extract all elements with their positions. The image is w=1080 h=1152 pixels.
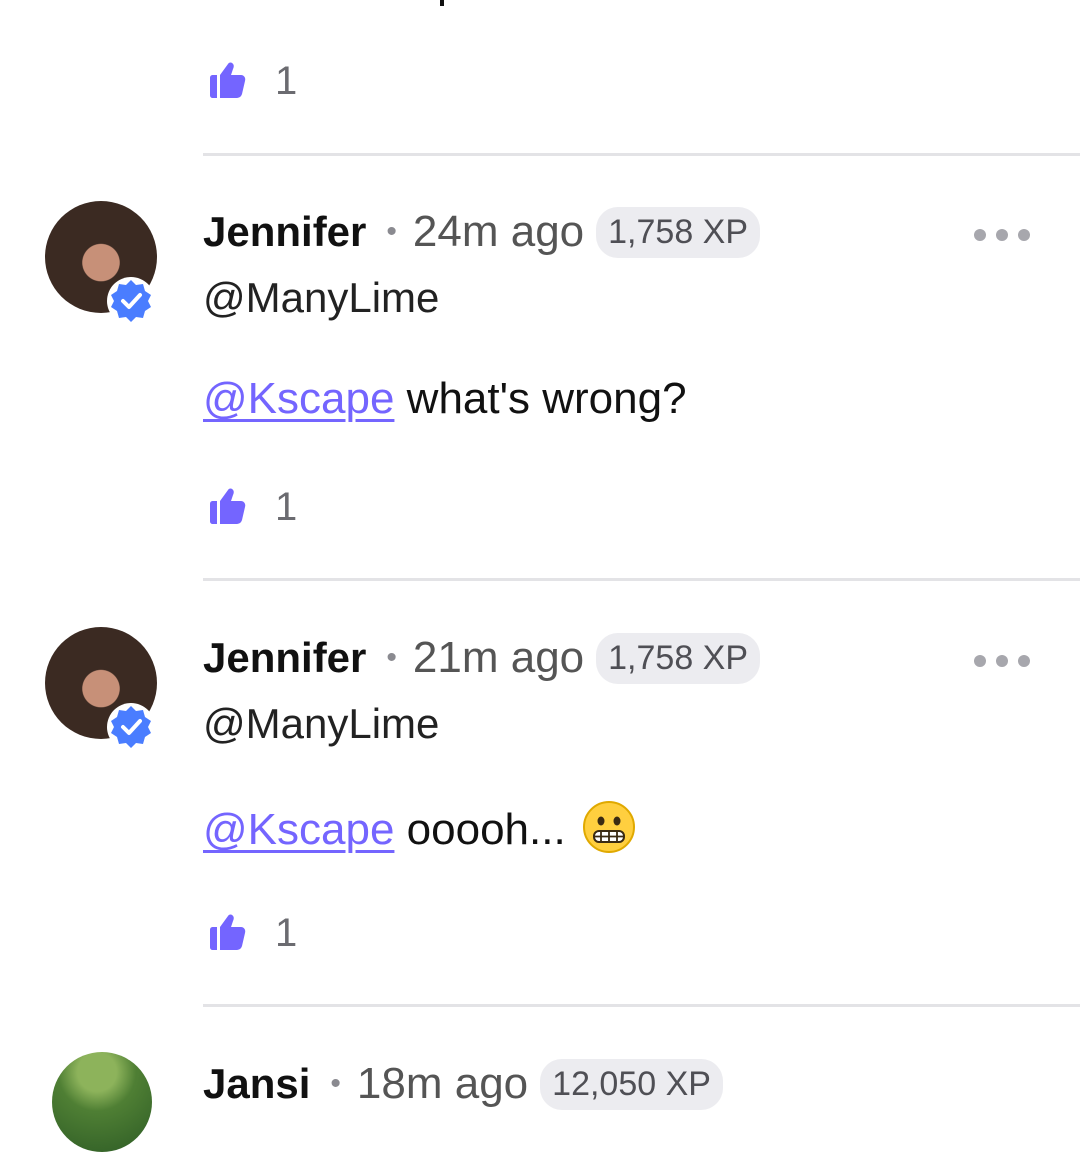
comment-divider: [203, 578, 1080, 581]
comment-header: Jansi • 18m ago 12,050 XP: [203, 1054, 723, 1114]
more-dot: [996, 229, 1008, 241]
comment-body: @Kscape what's wrong?: [203, 374, 687, 424]
user-handle[interactable]: @ManyLime: [203, 700, 439, 748]
more-dot: [996, 655, 1008, 667]
more-dot: [1018, 655, 1030, 667]
author-name[interactable]: Jennifer: [203, 634, 366, 682]
timestamp: 18m ago: [356, 1059, 529, 1108]
timestamp: 24m ago: [412, 207, 585, 256]
comment-divider: [203, 1004, 1080, 1007]
grimacing-face-icon: [582, 801, 635, 853]
author-name[interactable]: Jansi: [203, 1060, 310, 1108]
comment-text: what's wrong?: [406, 374, 687, 423]
timestamp: 21m ago: [412, 633, 585, 682]
comment-header: Jennifer • 21m ago 1,758 XP: [203, 628, 761, 688]
xp-badge: 1,758 XP: [596, 632, 761, 684]
verified-badge-icon: [107, 703, 155, 751]
like-row[interactable]: 1: [203, 56, 297, 106]
like-row[interactable]: 1: [203, 908, 297, 958]
like-count: 1: [275, 911, 298, 955]
user-handle[interactable]: @ManyLime: [203, 274, 439, 322]
xp-badge: 1,758 XP: [596, 206, 761, 258]
verified-badge-icon: [107, 277, 155, 325]
comment-divider: [203, 153, 1080, 156]
author-name[interactable]: Jennifer: [203, 208, 366, 256]
separator-dot: •: [386, 641, 397, 674]
more-dot: [974, 229, 986, 241]
thumbs-up-icon[interactable]: [203, 483, 251, 531]
more-options-icon[interactable]: [974, 227, 1030, 243]
previous-comment-text-fragment: [440, 0, 464, 6]
like-count: 1: [275, 485, 298, 529]
xp-badge: 12,050 XP: [540, 1058, 723, 1110]
more-dot: [974, 655, 986, 667]
avatar[interactable]: [45, 627, 157, 751]
comment-body: @Kscape ooooh...: [203, 800, 636, 855]
avatar[interactable]: [52, 1052, 152, 1152]
mention-link[interactable]: @Kscape: [203, 805, 394, 854]
mention-link[interactable]: @Kscape: [203, 374, 394, 423]
comment-text: ooooh...: [406, 805, 566, 854]
separator-dot: •: [386, 215, 397, 248]
thumbs-up-icon[interactable]: [203, 909, 251, 957]
more-dot: [1018, 229, 1030, 241]
separator-dot: •: [330, 1067, 341, 1100]
comment-header: Jennifer • 24m ago 1,758 XP: [203, 202, 761, 262]
more-options-icon[interactable]: [974, 653, 1030, 669]
like-count: 1: [275, 59, 298, 103]
avatar[interactable]: [45, 201, 157, 325]
thumbs-up-icon[interactable]: [203, 57, 251, 105]
like-row[interactable]: 1: [203, 482, 297, 532]
